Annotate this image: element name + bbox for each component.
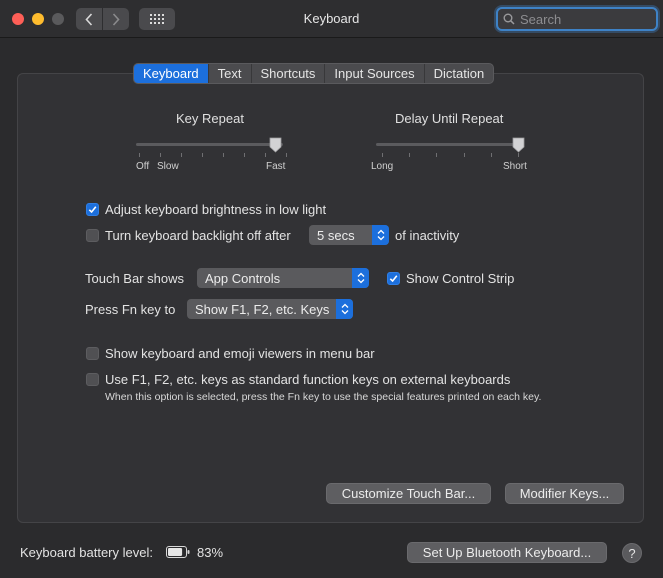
touch-bar-popup[interactable]: App Controls [197,268,369,288]
fn-key-popup[interactable]: Show F1, F2, etc. Keys [187,299,353,319]
slider-tick [265,153,266,157]
slider-tick [518,153,519,157]
inactivity-label: of inactivity [395,228,460,243]
emoji-viewers-label: Show keyboard and emoji viewers in menu … [105,346,375,361]
function-keys-option[interactable]: Use F1, F2, etc. keys as standard functi… [86,372,510,387]
checkmark-icon [389,275,398,283]
slider-tick [202,153,203,157]
search-field[interactable] [496,7,658,31]
key-repeat-title: Key Repeat [176,111,244,126]
modifier-keys-button[interactable]: Modifier Keys... [505,483,624,504]
backlight-off-label: Turn keyboard backlight off after [105,228,291,243]
battery-percent: 83% [197,545,224,560]
function-keys-checkbox[interactable] [86,373,99,386]
slider-tick [139,153,140,157]
updown-arrows-icon [336,299,353,319]
emoji-viewers-checkbox[interactable] [86,347,99,360]
slider-tick [244,153,245,157]
touch-bar-label: Touch Bar shows [85,271,184,286]
backlight-off-option[interactable]: Turn keyboard backlight off after [86,228,291,243]
delay-repeat-track[interactable] [376,143,524,146]
slider-tick [464,153,465,157]
slider-tick [491,153,492,157]
slider-tick [223,153,224,157]
backlight-timeout-popup[interactable]: 5 secs [309,225,389,245]
slider-tick [409,153,410,157]
slider-tick [181,153,182,157]
adjust-brightness-checkbox[interactable] [86,203,99,216]
backlight-off-checkbox[interactable] [86,229,99,242]
fn-key-label: Press Fn key to [85,302,176,317]
adjust-brightness-option[interactable]: Adjust keyboard brightness in low light [86,202,326,217]
tab-text[interactable]: Text [207,64,251,83]
battery-fill [168,548,183,556]
key-repeat-slider-thumb[interactable] [269,137,282,153]
control-strip-option[interactable]: Show Control Strip [387,271,514,286]
bluetooth-keyboard-button[interactable]: Set Up Bluetooth Keyboard... [407,542,607,563]
updown-arrows-icon [372,225,389,245]
key-repeat-label-slow: Slow [157,161,179,172]
customize-touch-bar-button[interactable]: Customize Touch Bar... [326,483,491,504]
fn-key-value: Show F1, F2, etc. Keys [195,301,330,317]
key-repeat-label-off: Off [136,161,150,172]
emoji-viewers-option[interactable]: Show keyboard and emoji viewers in menu … [86,346,375,361]
search-input[interactable] [520,11,650,27]
backlight-timeout-value: 5 secs [317,227,355,243]
slider-tick [382,153,383,157]
delay-repeat-label-long: Long [371,161,394,172]
delay-repeat-label-short: Short [503,161,527,172]
help-button[interactable]: ? [622,543,642,563]
delay-repeat-slider-thumb[interactable] [512,137,525,153]
tab-keyboard[interactable]: Keyboard [134,64,208,83]
slider-tick [436,153,437,157]
delay-repeat-title: Delay Until Repeat [395,111,504,126]
battery-icon [166,546,190,558]
battery-label: Keyboard battery level: [20,545,153,560]
tab-dictation[interactable]: Dictation [423,64,494,83]
settings-panel [17,73,644,523]
tab-shortcuts[interactable]: Shortcuts [250,64,325,83]
adjust-brightness-label: Adjust keyboard brightness in low light [105,202,327,217]
tab-bar: Keyboard Text Shortcuts Input Sources Di… [133,63,495,84]
checkmark-icon [88,206,97,214]
touch-bar-value: App Controls [205,270,281,286]
title-bar: Keyboard [0,0,663,38]
function-keys-note: When this option is selected, press the … [105,391,542,403]
slider-tick [286,153,287,157]
slider-tick [160,153,161,157]
function-keys-label: Use F1, F2, etc. keys as standard functi… [105,372,511,387]
tab-input-sources[interactable]: Input Sources [324,64,423,83]
control-strip-checkbox[interactable] [387,272,400,285]
key-repeat-track[interactable] [136,143,283,146]
search-icon [503,13,515,25]
key-repeat-label-fast: Fast [266,161,286,172]
updown-arrows-icon [352,268,369,288]
control-strip-label: Show Control Strip [406,271,515,286]
